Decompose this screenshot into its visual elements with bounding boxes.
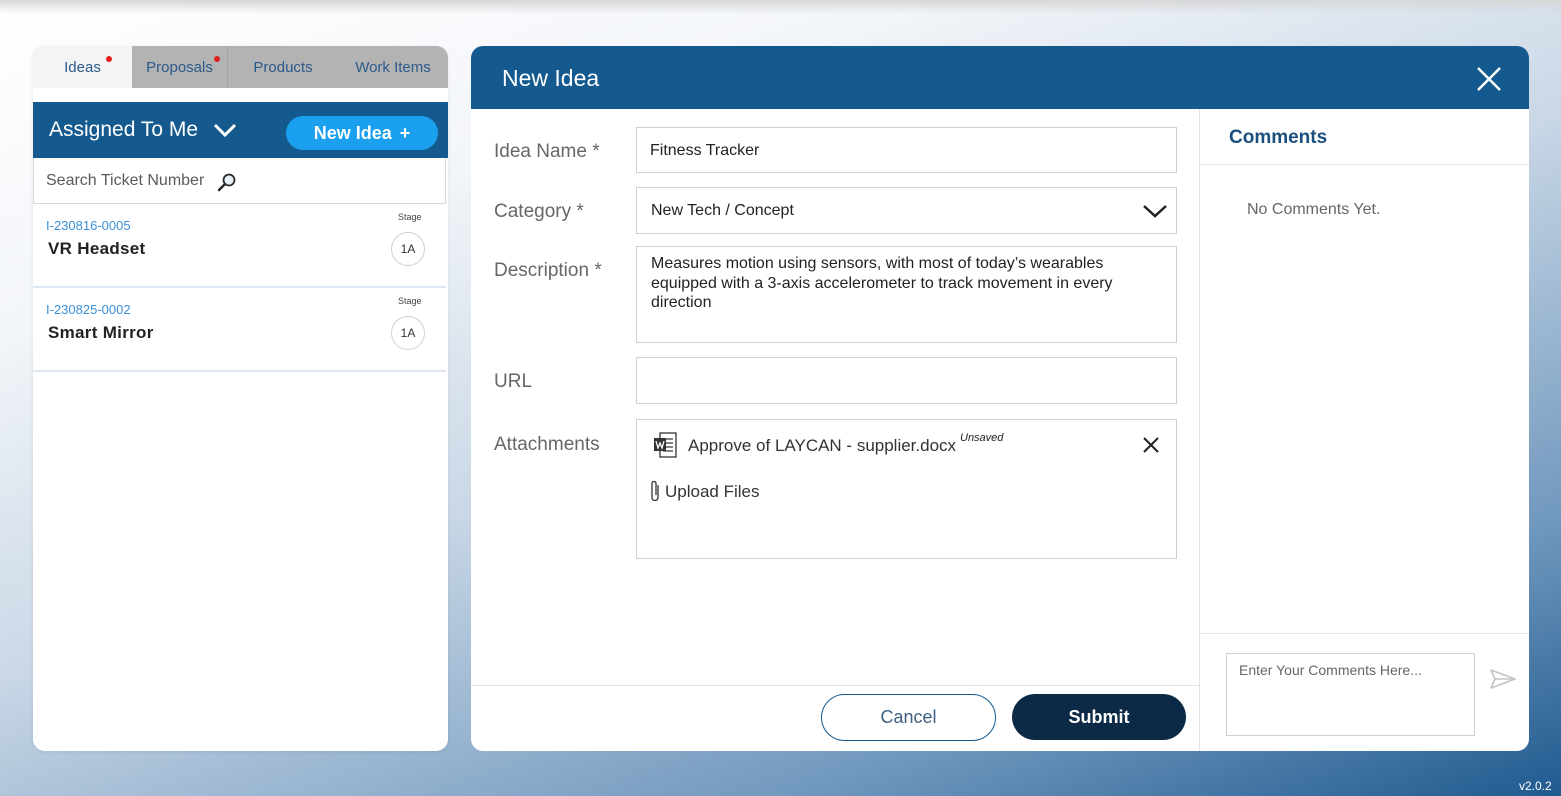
ticket-id: I-230825-0002 xyxy=(46,302,131,317)
dialog-title: New Idea xyxy=(502,65,600,91)
divider xyxy=(1200,164,1529,165)
paperclip-icon[interactable] xyxy=(649,480,661,502)
attachment-file-name[interactable]: Approve of LAYCAN - supplier.docx xyxy=(688,436,956,456)
tab-proposals-label: Proposals xyxy=(146,58,213,76)
ticket-name: Smart Mirror xyxy=(48,323,154,342)
idea-name-label: Idea Name * xyxy=(494,141,600,162)
new-idea-button[interactable]: New Idea + xyxy=(286,116,438,150)
description-label: Description * xyxy=(494,260,602,281)
tab-work-items[interactable]: Work Items xyxy=(338,46,448,88)
ticket-name: VR Headset xyxy=(48,239,146,258)
word-document-icon xyxy=(654,432,677,458)
comments-title: Comments xyxy=(1229,127,1328,148)
module-tabs: Ideas Proposals Products Work Items xyxy=(33,46,448,88)
tab-products[interactable]: Products xyxy=(228,46,338,88)
idea-name-field[interactable]: Fitness Tracker xyxy=(636,127,1177,173)
attachments-box: Approve of LAYCAN - supplier.docx Unsave… xyxy=(636,419,1177,559)
tab-work-items-label: Work Items xyxy=(355,58,431,76)
stage-label: Stage xyxy=(398,212,422,222)
top-shadow xyxy=(0,0,1561,14)
close-icon[interactable] xyxy=(1142,436,1160,454)
search-input[interactable] xyxy=(46,170,216,192)
ticket-id: I-230816-0005 xyxy=(46,218,131,233)
dialog-header: New Idea xyxy=(471,46,1529,109)
notification-dot xyxy=(214,56,220,62)
ticket-list-panel: Ideas Proposals Products Work Items Assi… xyxy=(33,46,448,751)
close-icon[interactable] xyxy=(1476,66,1502,92)
new-idea-button-label: New Idea xyxy=(313,122,392,143)
search-icon[interactable] xyxy=(217,172,237,192)
tab-ideas[interactable]: Ideas xyxy=(33,46,132,88)
submit-button[interactable]: Submit xyxy=(1012,694,1186,740)
attachment-status: Unsaved xyxy=(960,432,1004,444)
assigned-filter-label[interactable]: Assigned To Me xyxy=(49,118,198,142)
version-label: v2.0.2 xyxy=(1519,779,1552,793)
new-idea-dialog: New Idea Idea Name * Fitness Tracker Cat… xyxy=(471,46,1529,751)
tab-ideas-label: Ideas xyxy=(64,58,101,76)
notification-dot xyxy=(106,56,112,62)
chevron-down-icon[interactable] xyxy=(213,122,237,138)
cancel-button[interactable]: Cancel xyxy=(821,694,996,741)
comment-input[interactable] xyxy=(1226,653,1475,736)
send-icon[interactable] xyxy=(1489,668,1517,690)
url-field[interactable] xyxy=(636,357,1177,404)
footer-divider xyxy=(471,685,1199,686)
chevron-down-icon xyxy=(1143,205,1167,218)
stage-label: Stage xyxy=(398,296,422,306)
list-item[interactable]: I-230816-0005 VR Headset Stage 1A xyxy=(33,204,446,288)
list-item[interactable]: I-230825-0002 Smart Mirror Stage 1A xyxy=(33,288,446,372)
search-bar xyxy=(33,158,446,204)
plus-icon: + xyxy=(399,122,411,143)
tab-products-label: Products xyxy=(253,58,313,76)
divider xyxy=(1200,633,1529,634)
category-label: Category * xyxy=(494,201,584,222)
comments-panel: Comments No Comments Yet. xyxy=(1199,109,1529,751)
list-header: Assigned To Me New Idea + xyxy=(33,102,448,158)
stage-badge: 1A xyxy=(391,316,425,350)
category-value: New Tech / Concept xyxy=(651,202,794,219)
upload-files-button[interactable]: Upload Files xyxy=(665,482,760,502)
url-label: URL xyxy=(494,371,533,392)
stage-badge: 1A xyxy=(391,232,425,266)
description-field[interactable]: Measures motion using sensors, with most… xyxy=(636,246,1177,343)
comments-empty-text: No Comments Yet. xyxy=(1247,201,1381,218)
tab-proposals[interactable]: Proposals xyxy=(132,46,228,88)
attachments-label: Attachments xyxy=(494,434,600,455)
category-select[interactable]: New Tech / Concept xyxy=(636,187,1177,234)
